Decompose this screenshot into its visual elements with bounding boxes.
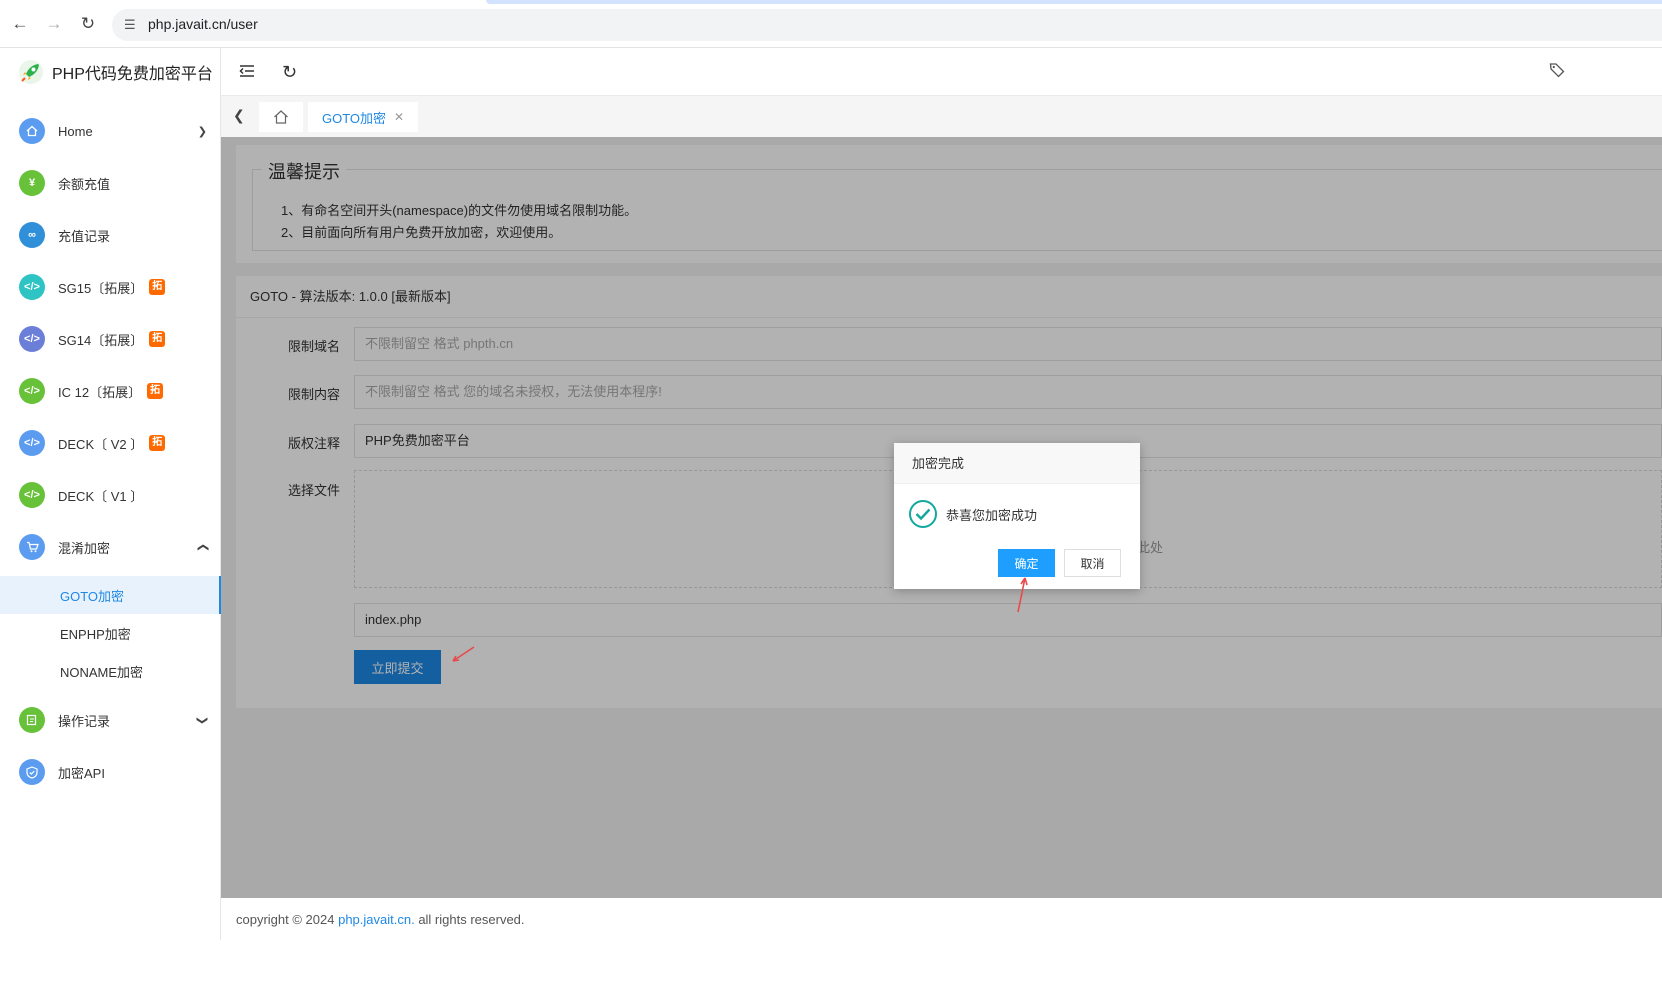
sidebar-item-sg15[interactable]: </> SG15〔拓展〕拓	[0, 261, 221, 313]
menu-collapse-icon[interactable]	[238, 62, 256, 85]
annotation-arrow-icon	[1017, 577, 1028, 613]
sidebar-item-label: 操作记录	[58, 713, 111, 729]
rocket-icon	[19, 60, 43, 84]
success-dialog: 加密完成 恭喜您加密成功 确定 取消	[894, 443, 1140, 589]
chevron-down-icon: ❯	[197, 125, 207, 138]
browser-toolbar: ← → ↻ ☰ php.javait.cn/user	[0, 0, 1662, 48]
chevron-up-icon: ❯	[196, 542, 209, 552]
sidebar-item-sg14[interactable]: </> SG14〔拓展〕拓	[0, 313, 221, 365]
infinity-icon: ∞	[19, 222, 45, 248]
sidebar-item-home[interactable]: Home ❯	[0, 105, 221, 157]
home-icon	[19, 118, 45, 144]
code-icon: </>	[19, 378, 45, 404]
logo-text: PHP代码免费加密平台	[52, 66, 213, 83]
annotation-arrow-icon	[452, 646, 475, 662]
forward-arrow-icon[interactable]: →	[44, 14, 64, 34]
sidebar-item-label: 加密API	[58, 765, 105, 781]
extension-badge-icon: 拓	[149, 435, 166, 451]
tab-goto[interactable]: GOTO加密 ✕	[308, 102, 419, 132]
code-icon: </>	[19, 274, 45, 300]
shield-icon	[19, 759, 45, 785]
sidebar-item-label: 余额充值	[58, 176, 111, 192]
dialog-message: 恭喜您加密成功	[946, 507, 1038, 523]
back-arrow-icon[interactable]: ←	[10, 14, 30, 34]
sidebar-item-recharge-records[interactable]: ∞ 充值记录	[0, 209, 221, 261]
chevron-down-icon: ❯	[195, 715, 208, 725]
extension-badge-icon: 拓	[147, 383, 164, 399]
tab-home[interactable]	[259, 102, 303, 132]
home-icon	[274, 110, 288, 124]
url-text: php.javait.cn/user	[148, 16, 258, 32]
sidebar-item-label: DECK〔 V2 〕拓	[58, 434, 166, 453]
sidebar-item-label: SG14〔拓展〕拓	[58, 330, 166, 349]
dialog-title: 加密完成	[894, 443, 1140, 484]
page-bottom	[0, 940, 1662, 993]
sidebar-item-label: SG15〔拓展〕拓	[58, 278, 166, 297]
extension-badge-icon: 拓	[149, 331, 166, 347]
footer-copyright: copyright © 2024	[236, 912, 339, 927]
sidebar-item-deck-v1[interactable]: </> DECK〔 V1 〕	[0, 469, 221, 521]
code-icon: </>	[19, 482, 45, 508]
tag-icon[interactable]	[1549, 62, 1565, 83]
confirm-button[interactable]: 确定	[998, 549, 1055, 577]
cancel-button[interactable]: 取消	[1064, 549, 1121, 577]
footer: copyright © 2024 php.javait.cn. all righ…	[221, 898, 1662, 940]
submenu-item-goto[interactable]: GOTO加密	[0, 576, 221, 614]
sidebar: PHP代码免费加密平台 Home ❯ ¥ 余额充值 ∞ 充值记录 </> SG1…	[0, 48, 221, 993]
sidebar-item-obfuscation[interactable]: 混淆加密 ❯	[0, 521, 221, 573]
sidebar-item-encrypt-api[interactable]: 加密API	[0, 746, 221, 798]
site-settings-icon[interactable]: ☰	[124, 17, 140, 33]
page-tab-bar: ❮ GOTO加密 ✕	[221, 96, 1662, 137]
extension-badge-icon: 拓	[149, 279, 166, 295]
footer-link[interactable]: php.javait.cn.	[338, 912, 415, 927]
refresh-icon[interactable]: ↻	[282, 62, 297, 83]
sidebar-item-operation-records[interactable]: 操作记录 ❯	[0, 694, 221, 746]
recharge-icon: ¥	[19, 170, 45, 196]
sidebar-item-deck-v2[interactable]: </> DECK〔 V2 〕拓	[0, 417, 221, 469]
app-logo[interactable]: PHP代码免费加密平台	[18, 58, 213, 86]
sidebar-item-ic12[interactable]: </> IC 12〔拓展〕拓	[0, 365, 221, 417]
submenu-item-enphp[interactable]: ENPHP加密	[0, 614, 221, 652]
sidebar-item-label: DECK〔 V1 〕	[58, 488, 144, 504]
address-bar[interactable]: ☰ php.javait.cn/user	[112, 9, 1662, 41]
browser-tab-strip	[486, 0, 1662, 4]
top-header: ↻	[221, 48, 1662, 96]
sidebar-item-label: 充值记录	[58, 228, 111, 244]
sidebar-item-recharge[interactable]: ¥ 余额充值	[0, 157, 221, 209]
dialog-body: 恭喜您加密成功	[908, 499, 1037, 529]
code-icon: </>	[19, 430, 45, 456]
edit-icon	[19, 707, 45, 733]
close-icon[interactable]: ✕	[394, 110, 404, 124]
reload-icon[interactable]: ↻	[78, 14, 98, 34]
sidebar-item-label: 混淆加密	[58, 540, 111, 556]
tab-label: GOTO加密	[322, 110, 387, 126]
check-circle-icon	[909, 500, 937, 528]
submenu-item-noname[interactable]: NONAME加密	[0, 652, 221, 690]
sidebar-item-label: IC 12〔拓展〕拓	[58, 382, 164, 401]
sidebar-item-label: Home	[58, 123, 93, 139]
code-icon: </>	[19, 326, 45, 352]
footer-rights: all rights reserved.	[414, 912, 525, 927]
cart-icon	[19, 534, 45, 560]
chevron-left-icon[interactable]: ❮	[233, 107, 245, 124]
